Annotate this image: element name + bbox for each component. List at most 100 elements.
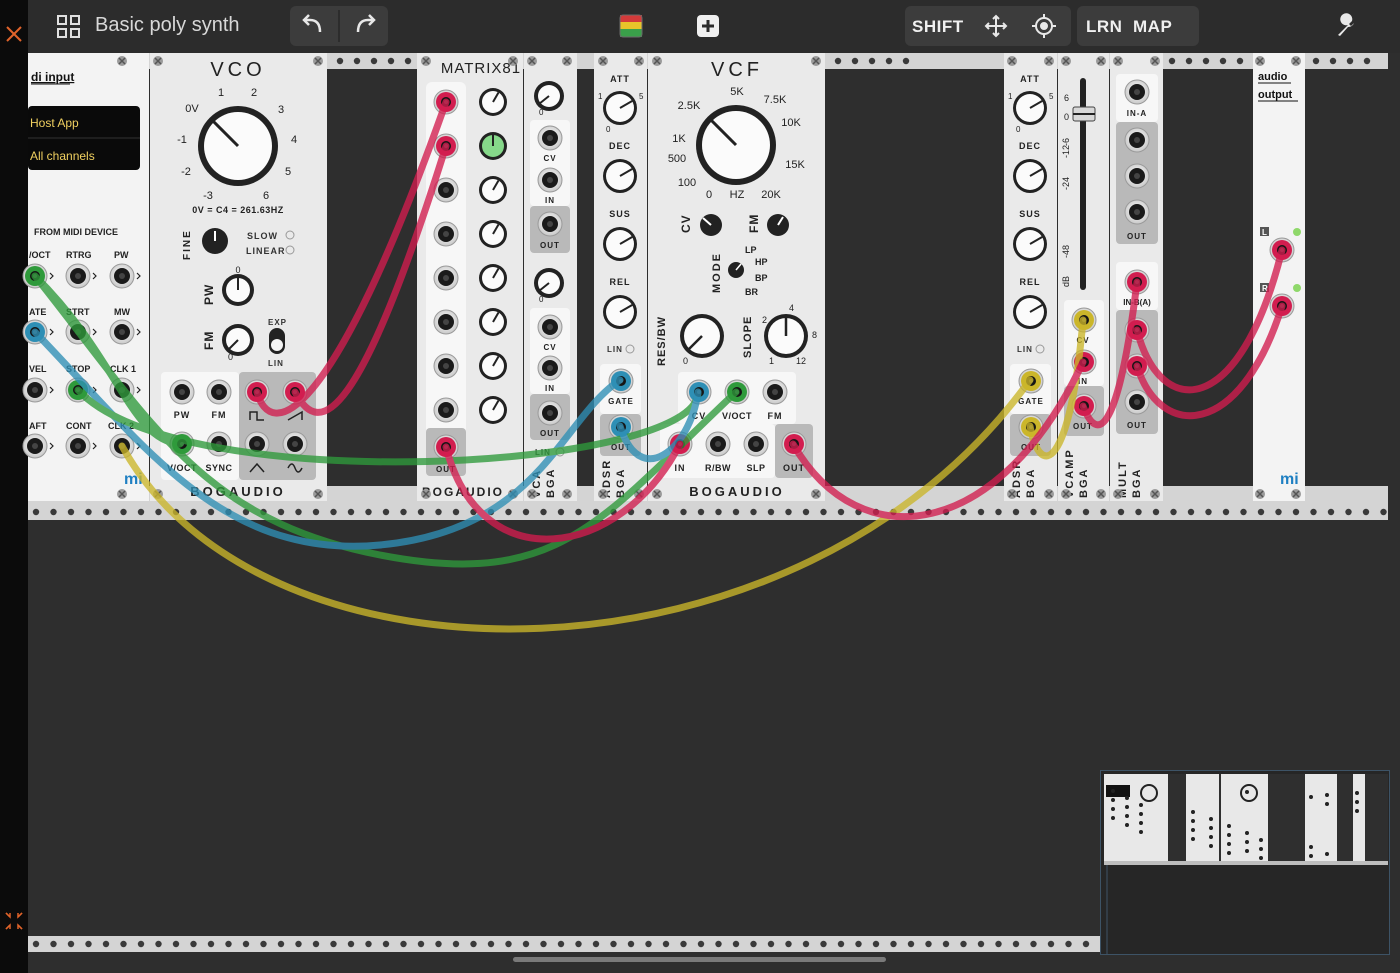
mult-out-jack[interactable] (1124, 163, 1150, 189)
rail-hole (1363, 57, 1371, 65)
midi-channel[interactable]: All channels (30, 149, 95, 163)
midi-jack[interactable] (22, 377, 48, 403)
vcamp-level-slider[interactable] (1072, 106, 1096, 122)
vcf-mode-option[interactable]: BR (745, 287, 758, 297)
vco-exp-label: EXP (268, 318, 287, 327)
rail-hole (336, 57, 344, 65)
vcf-mode-option[interactable]: LP (745, 245, 757, 255)
screw-icon (1113, 489, 1123, 499)
matrix-input-jack[interactable] (433, 397, 459, 423)
adsr2-dec-label: DEC (1019, 141, 1041, 151)
rail-hole (155, 508, 162, 516)
rail-hole (834, 57, 842, 65)
rail-hole (172, 940, 180, 948)
vca-cv-jack[interactable] (537, 125, 563, 151)
adsr2-tick: 0 (1016, 125, 1021, 134)
mult-ina-jack[interactable] (1124, 79, 1150, 105)
rail-hole (190, 508, 197, 516)
midi-jack[interactable] (65, 433, 91, 459)
rail-hole (1327, 508, 1335, 516)
mult-out-label: OUT (1127, 232, 1147, 241)
home-indicator[interactable] (513, 957, 886, 962)
adsr2-brand: BGA (1025, 468, 1037, 498)
rail-hole (575, 940, 582, 948)
screw-icon (1150, 489, 1160, 499)
matrix-input-jack[interactable] (433, 353, 459, 379)
matrix-knob[interactable] (479, 132, 507, 160)
matrix-input-jack[interactable] (433, 221, 459, 247)
mult-out-jack[interactable] (1124, 199, 1150, 225)
mult-out-jack[interactable] (1124, 127, 1150, 153)
vcf-fm-jack[interactable] (762, 379, 788, 405)
adsr2-knob[interactable] (1013, 227, 1047, 261)
vcf-slp-jack[interactable] (743, 431, 769, 457)
adsr1-knob[interactable] (603, 227, 637, 261)
vca-in2-jack[interactable] (537, 355, 563, 381)
rail-hole (353, 57, 361, 65)
midi-jack[interactable] (65, 263, 91, 289)
vco-linear-label: LINEAR (246, 246, 286, 256)
vcf-rbw-label: R/BW (705, 463, 731, 473)
screw-icon (1096, 489, 1106, 499)
adsr2-knob[interactable] (1013, 91, 1047, 125)
vcf-mode-option[interactable]: HP (755, 257, 768, 267)
rail-hole (1117, 508, 1125, 516)
rail-hole (885, 57, 893, 65)
screw-icon (562, 489, 572, 499)
screw-icon (421, 56, 431, 66)
minimap-jack (1209, 844, 1213, 848)
midi-jack[interactable] (22, 433, 48, 459)
screw-icon (1044, 56, 1054, 66)
rail-hole (592, 940, 600, 948)
adsr1-knob[interactable] (603, 159, 637, 193)
rail-hole (627, 940, 635, 948)
matrix-knob[interactable] (479, 308, 507, 336)
vco-freq-tick: 3 (278, 104, 284, 116)
matrix-input-jack[interactable] (433, 309, 459, 335)
matrix-knob[interactable] (479, 176, 507, 204)
midi-jack-label: PW (114, 250, 129, 260)
mult-out2-jack[interactable] (1124, 389, 1150, 415)
rail-hole (767, 940, 775, 948)
adsr2-knob[interactable] (1013, 295, 1047, 329)
adsr1-knob[interactable] (603, 91, 637, 125)
minimap-jack (1125, 805, 1129, 809)
matrix-knob[interactable] (479, 396, 507, 424)
adsr2-knob[interactable] (1013, 159, 1047, 193)
rail-hole (1047, 508, 1055, 516)
adsr1-knob[interactable] (603, 295, 637, 329)
vca-out-jack[interactable] (537, 211, 563, 237)
vca-out2-jack[interactable] (537, 400, 563, 426)
rail-hole (732, 940, 740, 948)
vcf-res-tick: 0 (683, 356, 688, 366)
midi-device-name[interactable]: Host App (30, 116, 79, 130)
minimap-jack (1125, 814, 1129, 818)
matrix-knob[interactable] (479, 352, 507, 380)
adsr2-tick: 5 (1049, 92, 1054, 101)
vcf-slope-label: SLOPE (742, 316, 754, 358)
rail-hole (662, 940, 670, 948)
rail-hole (242, 940, 250, 948)
matrix-knob[interactable] (479, 264, 507, 292)
matrix-input-jack[interactable] (433, 265, 459, 291)
vcf-rbw-jack[interactable] (705, 431, 731, 457)
rack-minimap[interactable] (1100, 770, 1390, 955)
midi-jack-label: AFT (29, 421, 47, 431)
midi-jack[interactable] (109, 319, 135, 345)
vcf-mode-option[interactable]: BP (755, 273, 768, 283)
rail-hole (645, 940, 652, 948)
rail-hole (872, 940, 880, 948)
minimap-jack (1191, 837, 1195, 841)
vco-freq-tick: 6 (263, 190, 269, 202)
vcamp-db-tick: -24 (1061, 177, 1071, 190)
vca-cv2-jack[interactable] (537, 314, 563, 340)
rail-hole (295, 940, 302, 948)
matrix-knob[interactable] (479, 220, 507, 248)
minimap-jack (1309, 845, 1313, 849)
vca-in-jack[interactable] (537, 167, 563, 193)
rail-hole (1380, 508, 1387, 516)
rail-hole (137, 940, 145, 948)
vco-sine-out[interactable] (282, 431, 308, 457)
midi-jack[interactable] (109, 263, 135, 289)
matrix-knob[interactable] (479, 88, 507, 116)
